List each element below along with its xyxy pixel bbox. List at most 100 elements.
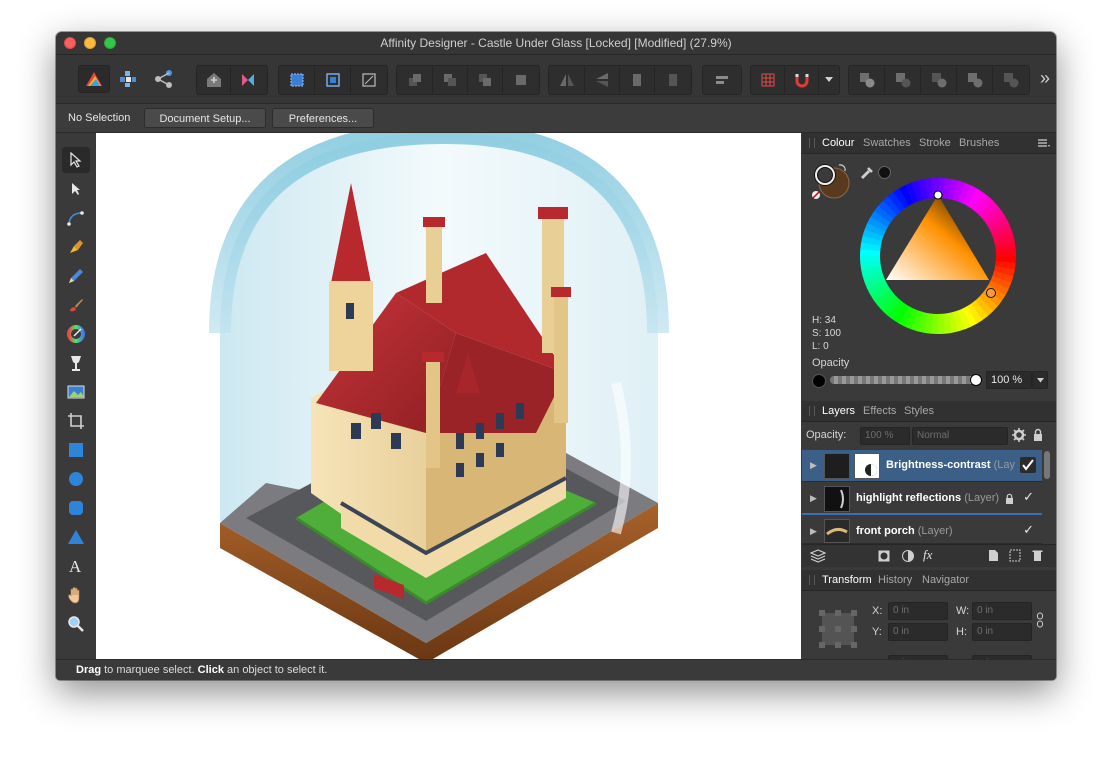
opacity-slider-handle[interactable]	[970, 374, 982, 386]
width-field[interactable]: 0 in	[972, 602, 1032, 620]
move-to-front-button[interactable]	[503, 66, 539, 94]
visibility-checkbox[interactable]: ✓	[1023, 522, 1034, 538]
text-icon: A	[69, 557, 82, 575]
opacity-value-field[interactable]: 100 %	[986, 371, 1032, 389]
anchor-selector-icon[interactable]	[818, 609, 858, 649]
crop-tool[interactable]	[62, 408, 90, 434]
flip-tool-button[interactable]	[231, 66, 265, 94]
layer-row-brightness-contrast[interactable]: ▶ Brightness-contrast (Lay	[802, 450, 1042, 482]
fx-button[interactable]: fx	[923, 547, 932, 563]
expand-arrow-icon[interactable]: ▶	[810, 493, 817, 504]
fill-tool[interactable]	[62, 321, 90, 347]
panel-menu-icon[interactable]	[1038, 139, 1050, 148]
y-field[interactable]: 0 in	[888, 623, 948, 641]
triangle-tool[interactable]	[62, 524, 90, 550]
pen-tool[interactable]	[62, 234, 90, 260]
zoom-tool[interactable]	[62, 611, 90, 637]
tab-swatches[interactable]: Swatches	[863, 137, 911, 149]
divide-geometry-button[interactable]	[993, 66, 1029, 94]
grid-button[interactable]	[751, 66, 785, 94]
transform-origin-button[interactable]	[315, 66, 351, 94]
flip-horizontal-button[interactable]	[549, 66, 585, 94]
tab-brushes[interactable]: Brushes	[959, 137, 999, 149]
opacity-slider[interactable]	[830, 374, 982, 386]
tab-styles[interactable]: Styles	[904, 405, 934, 417]
flip-vertical-button[interactable]	[585, 66, 620, 94]
tab-stroke[interactable]: Stroke	[919, 137, 951, 149]
colour-wheel[interactable]	[858, 176, 1018, 336]
pixel-persona-button[interactable]	[110, 65, 146, 93]
rounded-rectangle-tool[interactable]	[62, 495, 90, 521]
artistic-text-tool[interactable]: A	[62, 553, 90, 579]
rotate-left-button[interactable]	[620, 66, 655, 94]
alignment-button[interactable]	[703, 66, 741, 94]
view-tool[interactable]	[62, 582, 90, 608]
insert-target-button[interactable]	[197, 66, 231, 94]
mask-layer-icon[interactable]	[878, 550, 890, 562]
expand-arrow-icon[interactable]: ▶	[810, 460, 817, 471]
app-window: Affinity Designer - Castle Under Glass […	[56, 32, 1056, 680]
pencil-tool[interactable]	[62, 263, 90, 289]
select-all-button[interactable]	[279, 66, 315, 94]
toolbar-overflow-button[interactable]: »	[1040, 69, 1050, 87]
snapping-dropdown[interactable]	[819, 66, 839, 94]
move-to-back-button[interactable]	[397, 66, 433, 94]
subtract-geometry-button[interactable]	[885, 66, 921, 94]
lock-icon[interactable]	[1033, 428, 1043, 442]
tab-effects[interactable]: Effects	[863, 405, 896, 417]
move-tool[interactable]	[62, 147, 90, 173]
layers-scrollbar[interactable]	[1044, 451, 1050, 479]
snapping-button[interactable]	[785, 66, 819, 94]
trash-icon[interactable]	[1032, 549, 1043, 562]
group-layers-icon[interactable]	[1009, 549, 1021, 562]
add-geometry-button[interactable]	[849, 66, 885, 94]
height-field[interactable]: 0 in	[972, 623, 1032, 641]
vector-brush-tool[interactable]	[62, 292, 90, 318]
document-canvas[interactable]	[96, 133, 801, 659]
document-setup-button[interactable]: Document Setup...	[144, 108, 266, 128]
adjustment-icon[interactable]	[902, 550, 914, 562]
colour-picker-handle[interactable]	[986, 288, 996, 298]
rectangle-tool[interactable]	[62, 437, 90, 463]
gear-icon[interactable]	[1012, 428, 1026, 442]
lock-icon[interactable]	[1005, 493, 1014, 505]
ellipse-tool[interactable]	[62, 466, 90, 492]
tab-navigator[interactable]: Navigator	[922, 574, 969, 586]
tab-layers[interactable]: Layers	[822, 405, 855, 417]
panel-grip-icon[interactable]	[809, 406, 815, 416]
corner-tool[interactable]	[62, 205, 90, 231]
node-tool[interactable]	[62, 176, 90, 202]
layer-opacity-field[interactable]: 100 %	[860, 427, 910, 445]
layers-stack-icon[interactable]	[810, 549, 826, 563]
corner-icon	[67, 211, 84, 226]
transparency-tool[interactable]	[62, 350, 90, 376]
fill-stroke-swatch-icon[interactable]	[810, 159, 858, 203]
link-icon[interactable]	[1036, 612, 1044, 628]
x-field[interactable]: 0 in	[888, 602, 948, 620]
preferences-button[interactable]: Preferences...	[272, 108, 374, 128]
pixel-persona-icon	[120, 71, 136, 87]
visibility-checkbox[interactable]: ✓	[1023, 489, 1034, 505]
place-image-tool[interactable]	[62, 379, 90, 405]
add-layer-icon[interactable]	[988, 549, 999, 562]
expand-arrow-icon[interactable]: ▶	[810, 526, 817, 537]
visibility-checkbox[interactable]	[1020, 457, 1036, 473]
export-persona-button[interactable]	[146, 65, 182, 93]
tab-transform[interactable]: Transform	[822, 574, 872, 586]
rotate-right-button[interactable]	[655, 66, 691, 94]
opacity-dropdown[interactable]	[1032, 371, 1048, 389]
xor-geometry-button[interactable]	[957, 66, 993, 94]
tab-colour[interactable]: Colour	[822, 137, 854, 149]
hue-handle[interactable]	[933, 190, 943, 200]
panel-grip-icon[interactable]	[809, 138, 815, 148]
tab-history[interactable]: History	[878, 574, 912, 586]
designer-persona-button[interactable]	[78, 65, 110, 93]
rotate-bounding-button[interactable]	[351, 66, 387, 94]
layer-row-front-porch[interactable]: ▶ front porch (Layer) ✓	[802, 516, 1042, 544]
blend-mode-select[interactable]: Normal	[912, 427, 1008, 445]
panel-grip-icon[interactable]	[809, 575, 815, 585]
layer-row-highlight-reflections[interactable]: ▶ highlight reflections (Layer) ✓	[802, 483, 1042, 515]
move-back-one-button[interactable]	[433, 66, 468, 94]
intersect-geometry-button[interactable]	[921, 66, 957, 94]
move-forward-one-button[interactable]	[468, 66, 503, 94]
